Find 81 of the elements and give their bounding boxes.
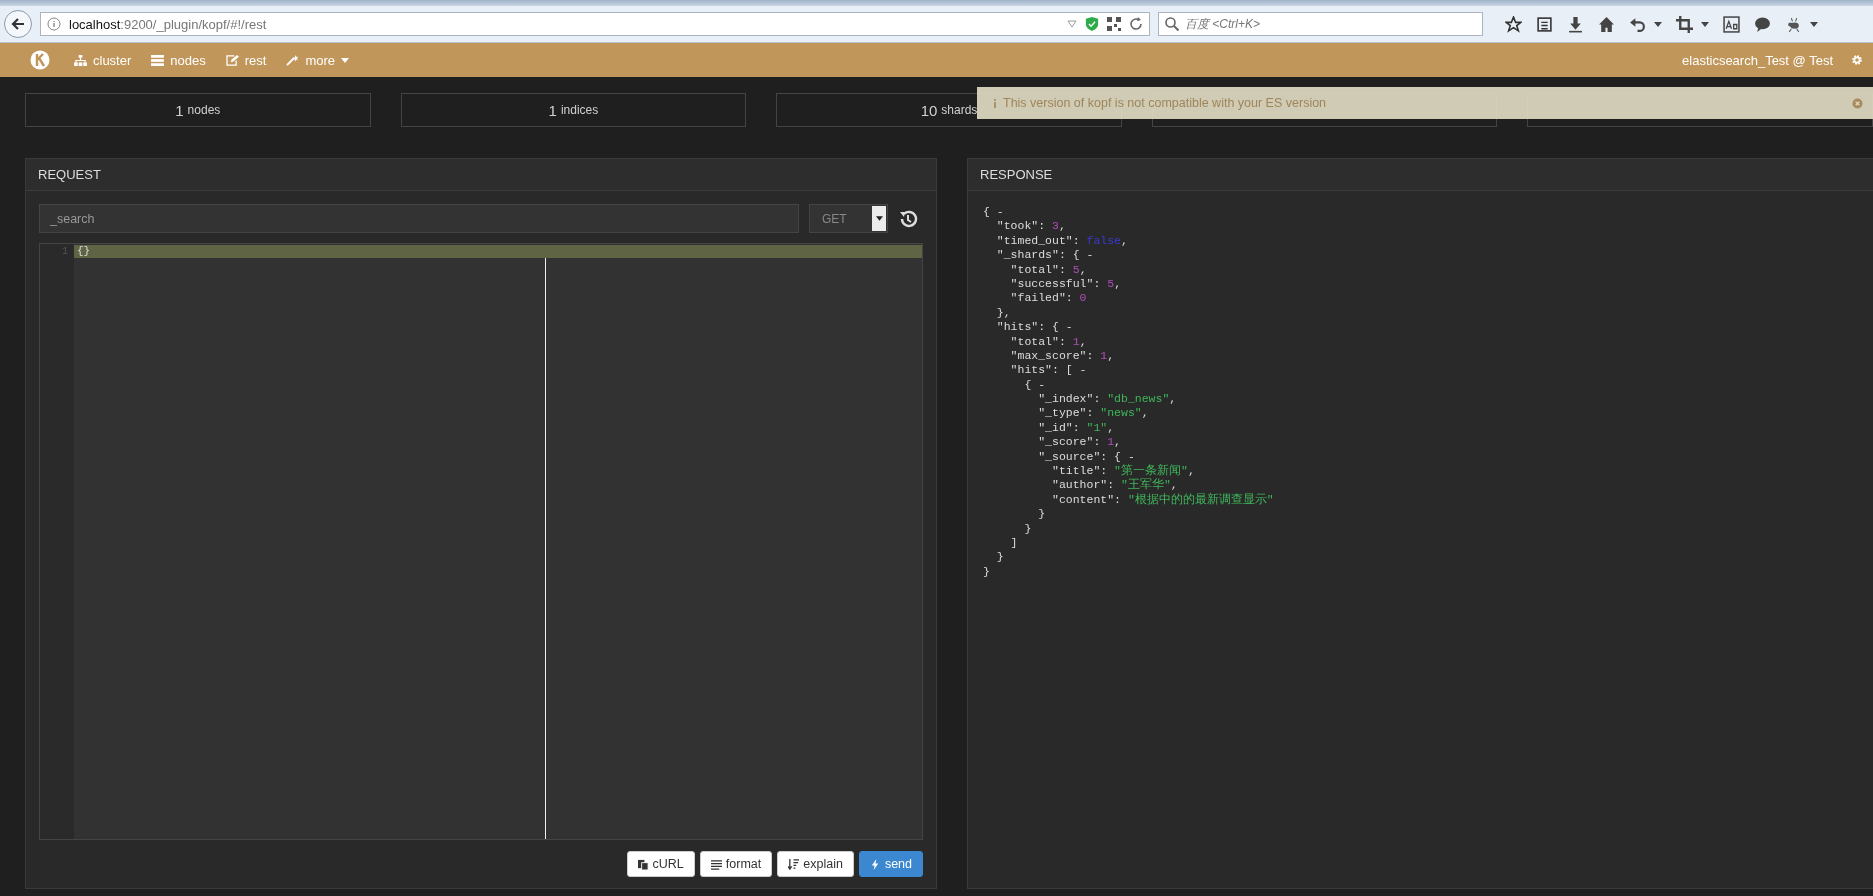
align-lines-icon xyxy=(710,858,722,870)
search-icon xyxy=(1165,17,1179,31)
info-icon[interactable] xyxy=(47,17,61,31)
send-button[interactable]: send xyxy=(858,851,923,877)
json-line: "content": "根据中的的最新调查显示" xyxy=(1052,492,1274,508)
wand-icon xyxy=(286,54,300,66)
info-icon xyxy=(993,98,997,108)
curl-button[interactable]: cURL xyxy=(626,851,695,877)
caret-icon xyxy=(341,57,349,63)
caret-icon[interactable] xyxy=(1701,21,1709,27)
json-line: "total": 1, xyxy=(1010,334,1087,349)
settings-icon[interactable] xyxy=(1851,54,1863,66)
url-text[interactable]: localhost:9200/_plugin/kopf/#!/rest xyxy=(69,16,1059,32)
format-button[interactable]: format xyxy=(699,851,773,877)
path-input[interactable]: _search xyxy=(39,204,799,233)
method-select[interactable]: GET xyxy=(809,204,888,233)
json-line: "title": "第一条新闻", xyxy=(1052,464,1195,478)
star-icon[interactable] xyxy=(1505,15,1522,33)
stat-value: 10 xyxy=(920,101,938,119)
home-icon[interactable] xyxy=(1598,15,1615,33)
lightning-icon xyxy=(869,858,881,870)
json-line: "_shards": { - xyxy=(996,248,1094,263)
json-line: "successful": 5, xyxy=(1010,276,1122,292)
nav-link[interactable]: cluster xyxy=(64,52,142,68)
nav-link[interactable]: nodes xyxy=(141,52,216,68)
stat-label: indices xyxy=(560,103,599,117)
reload-icon[interactable] xyxy=(1129,17,1143,31)
download-icon[interactable] xyxy=(1567,15,1584,33)
sort-icon xyxy=(788,858,800,870)
caret-icon xyxy=(875,216,883,221)
json-line: { - xyxy=(983,205,1004,220)
nav-link[interactable]: rest xyxy=(215,52,277,68)
back-button[interactable] xyxy=(4,10,32,38)
logo-icon[interactable] xyxy=(30,50,50,70)
sitemap-icon xyxy=(74,54,87,66)
json-line: "author": "王军华", xyxy=(1052,478,1178,493)
json-line: "_type": "news", xyxy=(1038,406,1149,421)
stat-label: shards xyxy=(941,103,978,117)
search-field[interactable]: 百度 <Ctrl+K> xyxy=(1158,12,1483,36)
json-line: } xyxy=(996,550,1004,565)
json-line: "max_score": 1, xyxy=(1010,348,1115,364)
caret-icon[interactable] xyxy=(1810,21,1818,27)
json-line: "hits": [ - xyxy=(1010,363,1087,378)
edit-icon xyxy=(225,54,239,66)
copy-icon xyxy=(637,858,649,870)
reader-view-icon[interactable] xyxy=(1723,15,1740,33)
json-line: }, xyxy=(996,305,1011,321)
json-line: "hits": { - xyxy=(996,320,1073,335)
bug-icon[interactable] xyxy=(1785,15,1802,33)
json-line: "_source": { - xyxy=(1038,449,1135,464)
history-icon[interactable] xyxy=(898,208,918,229)
json-line: { - xyxy=(1024,377,1046,393)
json-line: "took": 3, xyxy=(996,219,1066,234)
server-icon xyxy=(151,54,165,66)
stat-label: nodes xyxy=(187,103,221,117)
json-line: } xyxy=(983,564,990,580)
stat-value: 1 xyxy=(548,101,557,119)
reading-list-icon[interactable] xyxy=(1536,15,1553,33)
qr-code-icon[interactable] xyxy=(1107,17,1121,31)
panel-title: REQUEST xyxy=(38,167,101,182)
crop-icon[interactable] xyxy=(1676,15,1693,33)
caret-icon[interactable] xyxy=(1654,21,1662,27)
json-line: "_id": "1", xyxy=(1038,420,1115,436)
cluster-name: elasticsearch_Test @ Test xyxy=(1682,52,1833,68)
shield-icon[interactable] xyxy=(1085,17,1099,31)
json-line: "timed_out": false, xyxy=(996,233,1128,249)
panel-title: RESPONSE xyxy=(980,167,1053,182)
explain-button[interactable]: explain xyxy=(777,851,854,877)
stat-value: 1 xyxy=(175,101,184,119)
json-line: "_score": 1, xyxy=(1038,435,1121,450)
json-line: "total": 5, xyxy=(1010,262,1087,277)
json-line: } xyxy=(1024,521,1032,536)
nav-link[interactable]: more xyxy=(276,52,359,68)
json-line: "_index": "db_news", xyxy=(1038,392,1177,407)
json-line: } xyxy=(1038,507,1046,522)
json-line: ] xyxy=(1010,536,1018,551)
chat-bubble-icon[interactable] xyxy=(1754,15,1771,33)
json-line: "failed": 0 xyxy=(1010,291,1087,306)
alert-message: This version of kopf is not compatible with your ES version xyxy=(1003,96,1327,110)
back-arrow-icon xyxy=(10,16,26,32)
address-bar[interactable]: localhost:9200/_plugin/kopf/#!/rest xyxy=(40,12,1150,36)
